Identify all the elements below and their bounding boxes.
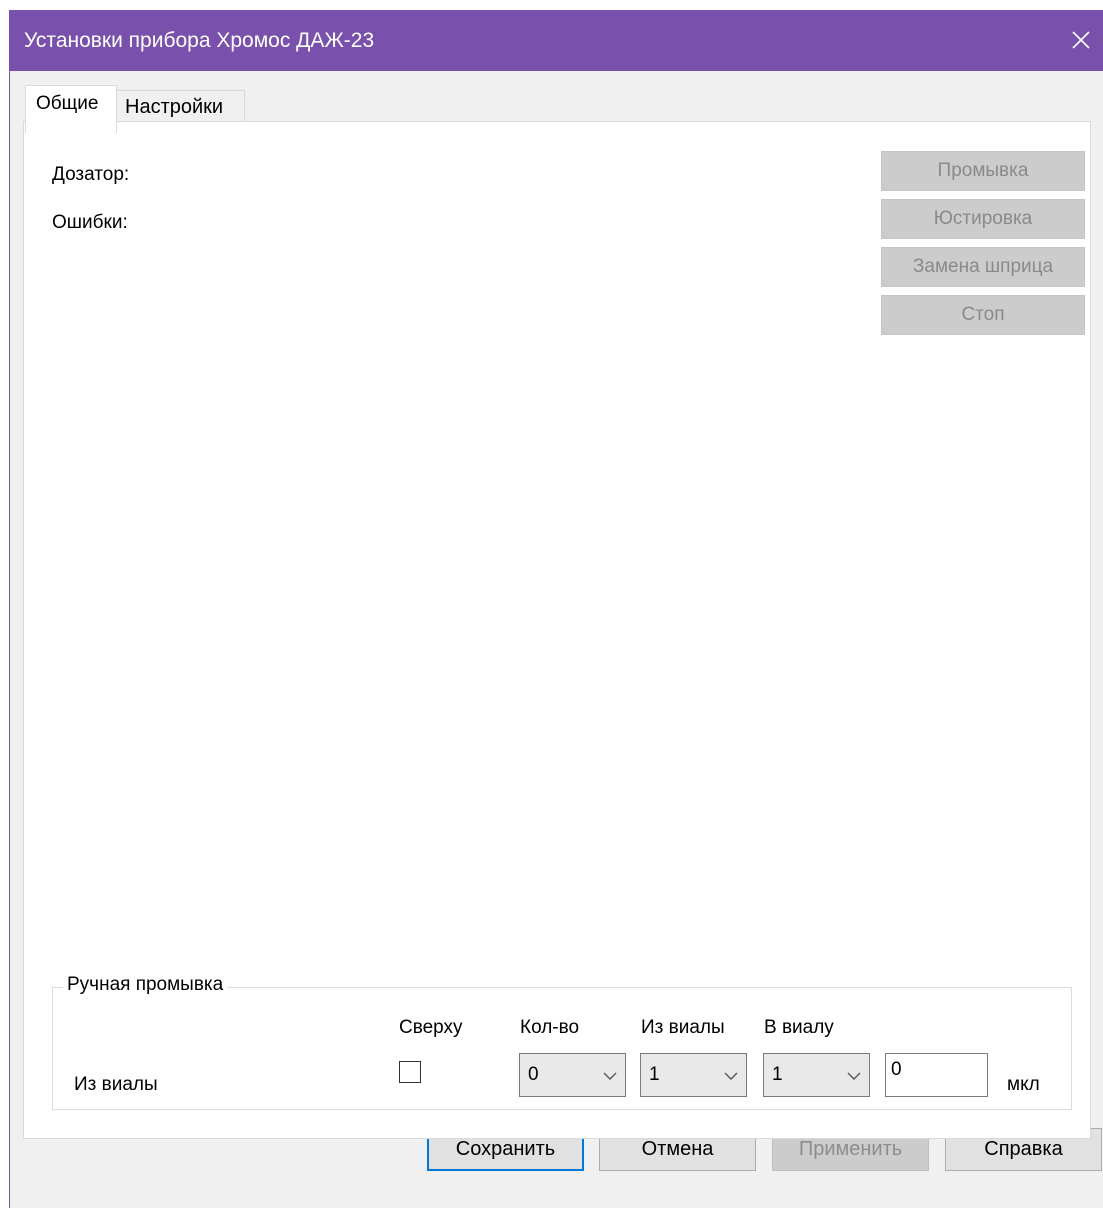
from-vial-row-label: Из виалы: [74, 1074, 158, 1095]
stop-button[interactable]: Стоп: [881, 295, 1085, 335]
to-vial-select[interactable]: 1: [763, 1053, 870, 1097]
title-bar: Установки прибора Хромос ДАЖ-23: [10, 10, 1103, 71]
volume-input-box: [885, 1053, 988, 1097]
chevron-down-icon: [724, 1072, 738, 1080]
column-header-count: Кол-во: [520, 1017, 580, 1038]
close-icon: [1072, 31, 1090, 49]
settings-dialog: Установки прибора Хромос ДАЖ-23 Общие На…: [9, 10, 1103, 1208]
count-select[interactable]: 0: [519, 1053, 626, 1097]
chevron-down-icon: [847, 1072, 861, 1080]
errors-label: Ошибки:: [52, 212, 128, 233]
dozator-label: Дозатор:: [52, 164, 130, 185]
column-header-to-vial: В виалу: [764, 1017, 834, 1038]
wash-button[interactable]: Промывка: [881, 151, 1085, 191]
column-header-top: Сверху: [399, 1017, 463, 1038]
volume-input[interactable]: [886, 1054, 987, 1096]
calibration-button[interactable]: Юстировка: [881, 199, 1085, 239]
count-select-value: 0: [528, 1064, 539, 1085]
to-vial-select-value: 1: [772, 1064, 783, 1085]
volume-unit-label: мкл: [1007, 1074, 1040, 1095]
from-vial-select[interactable]: 1: [640, 1053, 747, 1097]
column-header-from-vial: Из виалы: [641, 1017, 725, 1038]
replace-syringe-button[interactable]: Замена шприца: [881, 247, 1085, 287]
from-vial-select-value: 1: [649, 1064, 660, 1085]
general-tab-panel: Дозатор: Ошибки: Промывка Юстировка Заме…: [23, 121, 1091, 1139]
manual-wash-group-title: Ручная промывка: [63, 974, 228, 996]
top-checkbox[interactable]: [399, 1061, 421, 1083]
chevron-down-icon: [603, 1072, 617, 1080]
close-button[interactable]: [1059, 10, 1103, 71]
tab-general[interactable]: Общие: [25, 85, 117, 133]
window-title: Установки прибора Хромос ДАЖ-23: [24, 29, 375, 52]
